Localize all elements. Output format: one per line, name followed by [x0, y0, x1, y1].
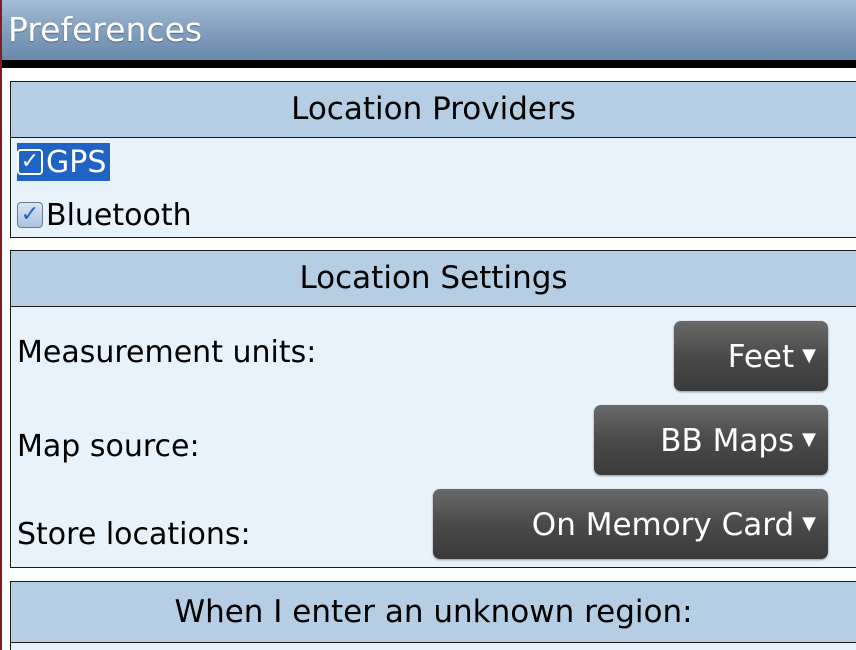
location-settings-section: Location Settings Measurement units: Fee…: [10, 250, 856, 568]
store-locations-dropdown[interactable]: On Memory Card ▼: [433, 489, 828, 559]
bluetooth-checkbox-icon[interactable]: ✓: [17, 202, 43, 228]
gps-option[interactable]: ✓ GPS: [17, 142, 111, 182]
bluetooth-option[interactable]: ✓ Bluetooth: [17, 195, 192, 235]
screen-title: Preferences: [2, 0, 856, 60]
gps-selection-highlight: ✓ GPS: [17, 143, 111, 181]
chevron-down-icon: ▼: [802, 429, 816, 450]
window-left-edge: [0, 0, 2, 650]
location-providers-section: Location Providers ✓ GPS ✓ Bluetooth: [10, 81, 856, 238]
unknown-region-section: When I enter an unknown region:: [10, 581, 856, 650]
location-providers-header: Location Providers: [11, 82, 856, 138]
chevron-down-icon: ▼: [802, 513, 816, 534]
map-source-label: Map source:: [17, 429, 200, 464]
measurement-units-dropdown[interactable]: Feet ▼: [674, 321, 828, 391]
store-locations-label: Store locations:: [17, 517, 251, 552]
location-settings-header: Location Settings: [11, 251, 856, 307]
measurement-units-label: Measurement units:: [17, 335, 317, 370]
store-locations-value: On Memory Card: [531, 507, 795, 543]
unknown-region-header: When I enter an unknown region:: [11, 582, 856, 643]
title-divider: [2, 60, 856, 68]
gps-checkbox-icon[interactable]: ✓: [17, 149, 43, 175]
map-source-value: BB Maps: [660, 423, 795, 459]
measurement-units-value: Feet: [727, 339, 795, 375]
chevron-down-icon: ▼: [802, 345, 816, 366]
bluetooth-label: Bluetooth: [46, 197, 192, 233]
map-source-dropdown[interactable]: BB Maps ▼: [594, 405, 828, 475]
gps-label: GPS: [46, 144, 107, 180]
